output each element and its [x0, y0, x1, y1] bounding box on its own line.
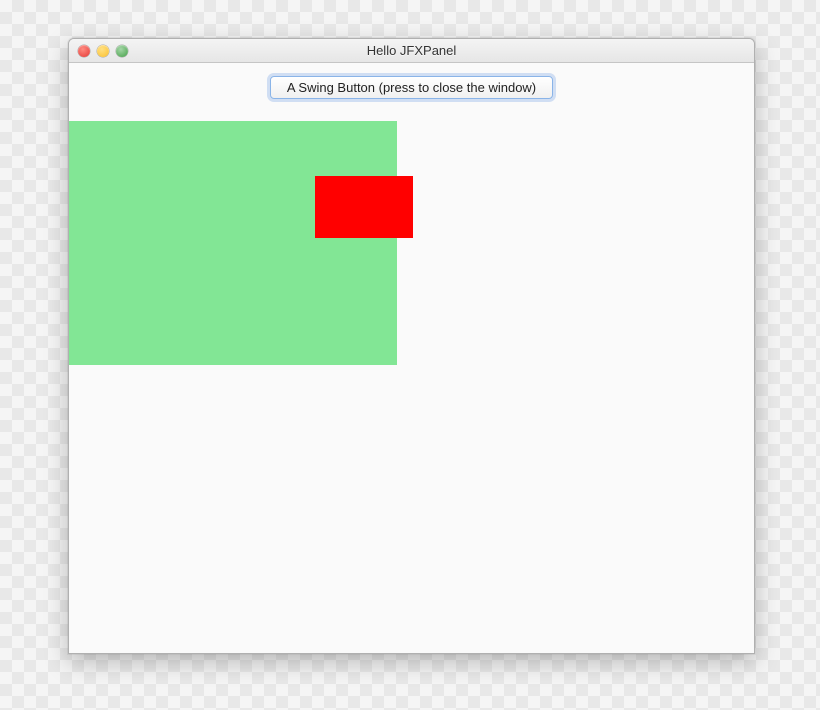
close-icon[interactable]: [78, 45, 90, 57]
minimize-icon[interactable]: [97, 45, 109, 57]
button-row: A Swing Button (press to close the windo…: [69, 63, 754, 109]
maximize-icon[interactable]: [116, 45, 128, 57]
window-title: Hello JFXPanel: [69, 43, 754, 58]
window-content: A Swing Button (press to close the windo…: [69, 63, 754, 653]
app-window: Hello JFXPanel A Swing Button (press to …: [68, 38, 755, 654]
green-rectangle: [69, 121, 397, 365]
traffic-lights: [69, 45, 128, 57]
titlebar[interactable]: Hello JFXPanel: [69, 39, 754, 63]
swing-close-button[interactable]: A Swing Button (press to close the windo…: [270, 76, 553, 99]
red-rectangle: [315, 176, 413, 238]
